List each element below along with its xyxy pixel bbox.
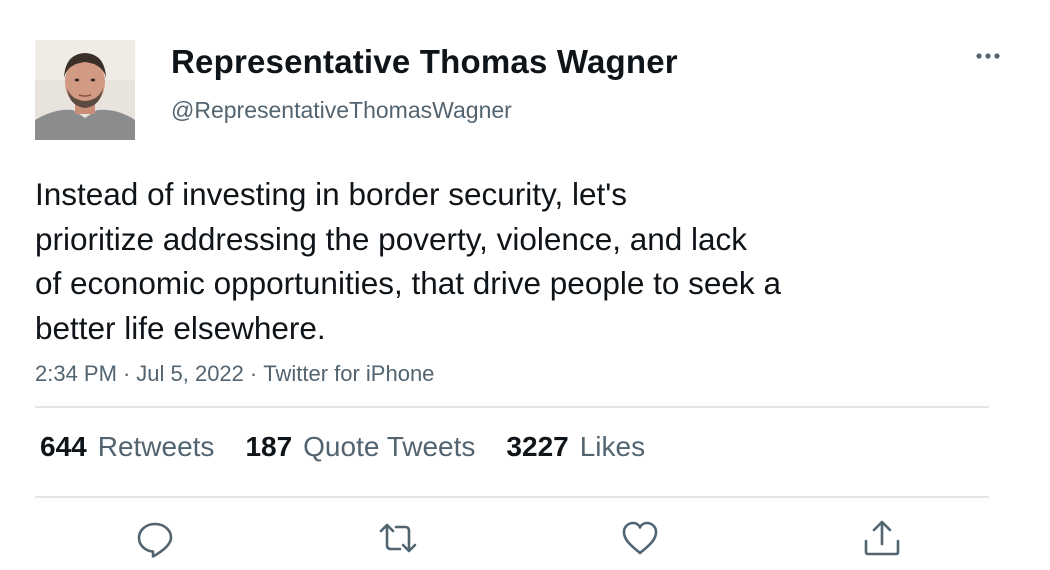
retweet-icon: [379, 523, 417, 553]
quote-tweets-stat[interactable]: 187 Quote Tweets: [245, 431, 475, 463]
tweet-source[interactable]: Twitter for iPhone: [263, 361, 434, 386]
retweets-stat[interactable]: 644 Retweets: [40, 431, 214, 463]
retweets-count: 644: [40, 431, 87, 462]
like-button[interactable]: [620, 518, 660, 558]
meta-separator: ·: [122, 361, 131, 386]
meta-separator: ·: [249, 361, 258, 386]
tweet-text-line: prioritize addressing the poverty, viole…: [35, 220, 748, 257]
share-icon: [864, 520, 900, 556]
tweet-date[interactable]: Jul 5, 2022: [136, 361, 244, 386]
more-options-button[interactable]: [968, 42, 1008, 70]
heart-icon: [622, 521, 658, 555]
reply-button[interactable]: [135, 518, 175, 558]
tweet-meta: 2:34 PM · Jul 5, 2022 · Twitter for iPhone: [35, 361, 434, 387]
reply-icon: [137, 522, 173, 558]
tweet-card: Representative Thomas Wagner @Representa…: [0, 0, 1050, 570]
quote-tweets-label: Quote Tweets: [303, 431, 476, 462]
likes-label: Likes: [579, 431, 646, 462]
more-horizontal-icon: [976, 53, 1000, 59]
tweet-text-line: better life elsewhere.: [35, 309, 326, 346]
tweet-time[interactable]: 2:34 PM: [35, 361, 117, 386]
display-name[interactable]: Representative Thomas Wagner: [171, 43, 678, 81]
tweet-text-line: of economic opportunities, that drive pe…: [35, 265, 781, 302]
user-handle[interactable]: @RepresentativeThomasWagner: [171, 97, 512, 124]
share-button[interactable]: [862, 518, 902, 558]
divider: [35, 406, 989, 408]
quote-tweets-count: 187: [245, 431, 293, 462]
divider: [35, 496, 989, 498]
retweets-label: Retweets: [97, 431, 215, 462]
tweet-text-line: Instead of investing in border security,…: [35, 176, 627, 212]
tweet-text: Instead of investing in border security,…: [35, 172, 935, 350]
avatar[interactable]: [35, 40, 135, 140]
likes-stat[interactable]: 3227 Likes: [506, 431, 645, 463]
likes-count: 3227: [506, 431, 569, 462]
tweet-stats: 644 Retweets 187 Quote Tweets 3227 Likes: [40, 431, 645, 463]
retweet-button[interactable]: [378, 518, 418, 558]
profile-photo: [35, 40, 135, 140]
